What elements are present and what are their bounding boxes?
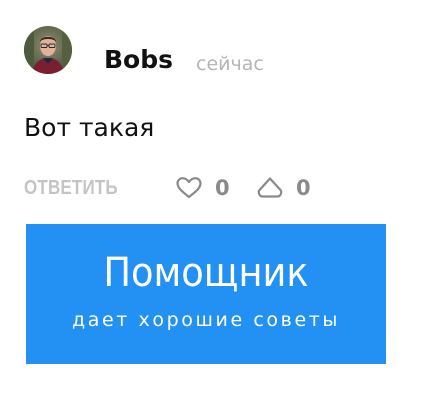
like-count: 0 — [215, 176, 230, 200]
comment-actions: ОТВЕТИТЬ 0 0 — [24, 172, 404, 204]
heart-outline-icon — [176, 177, 202, 199]
reply-button[interactable]: ОТВЕТИТЬ — [24, 175, 118, 201]
banner-title: Помощник — [103, 250, 309, 296]
upvote-button[interactable]: 0 — [256, 174, 311, 202]
author-name[interactable]: Bobs — [104, 45, 173, 75]
comment: Bobs сейчас Вот такая ОТВЕТИТЬ 0 0 Помощ… — [0, 0, 436, 400]
banner-subtitle: дает хорошие советы — [71, 309, 341, 331]
comment-timestamp: сейчас — [196, 53, 264, 75]
user-avatar-photo-icon — [24, 26, 72, 74]
upvote-count: 0 — [296, 176, 311, 200]
comment-text: Вот такая — [24, 113, 155, 142]
avatar[interactable] — [24, 26, 72, 74]
ad-banner[interactable]: Помощник дает хорошие советы — [26, 224, 386, 364]
arrow-up-outline-icon — [257, 177, 283, 198]
like-button[interactable]: 0 — [175, 174, 230, 202]
